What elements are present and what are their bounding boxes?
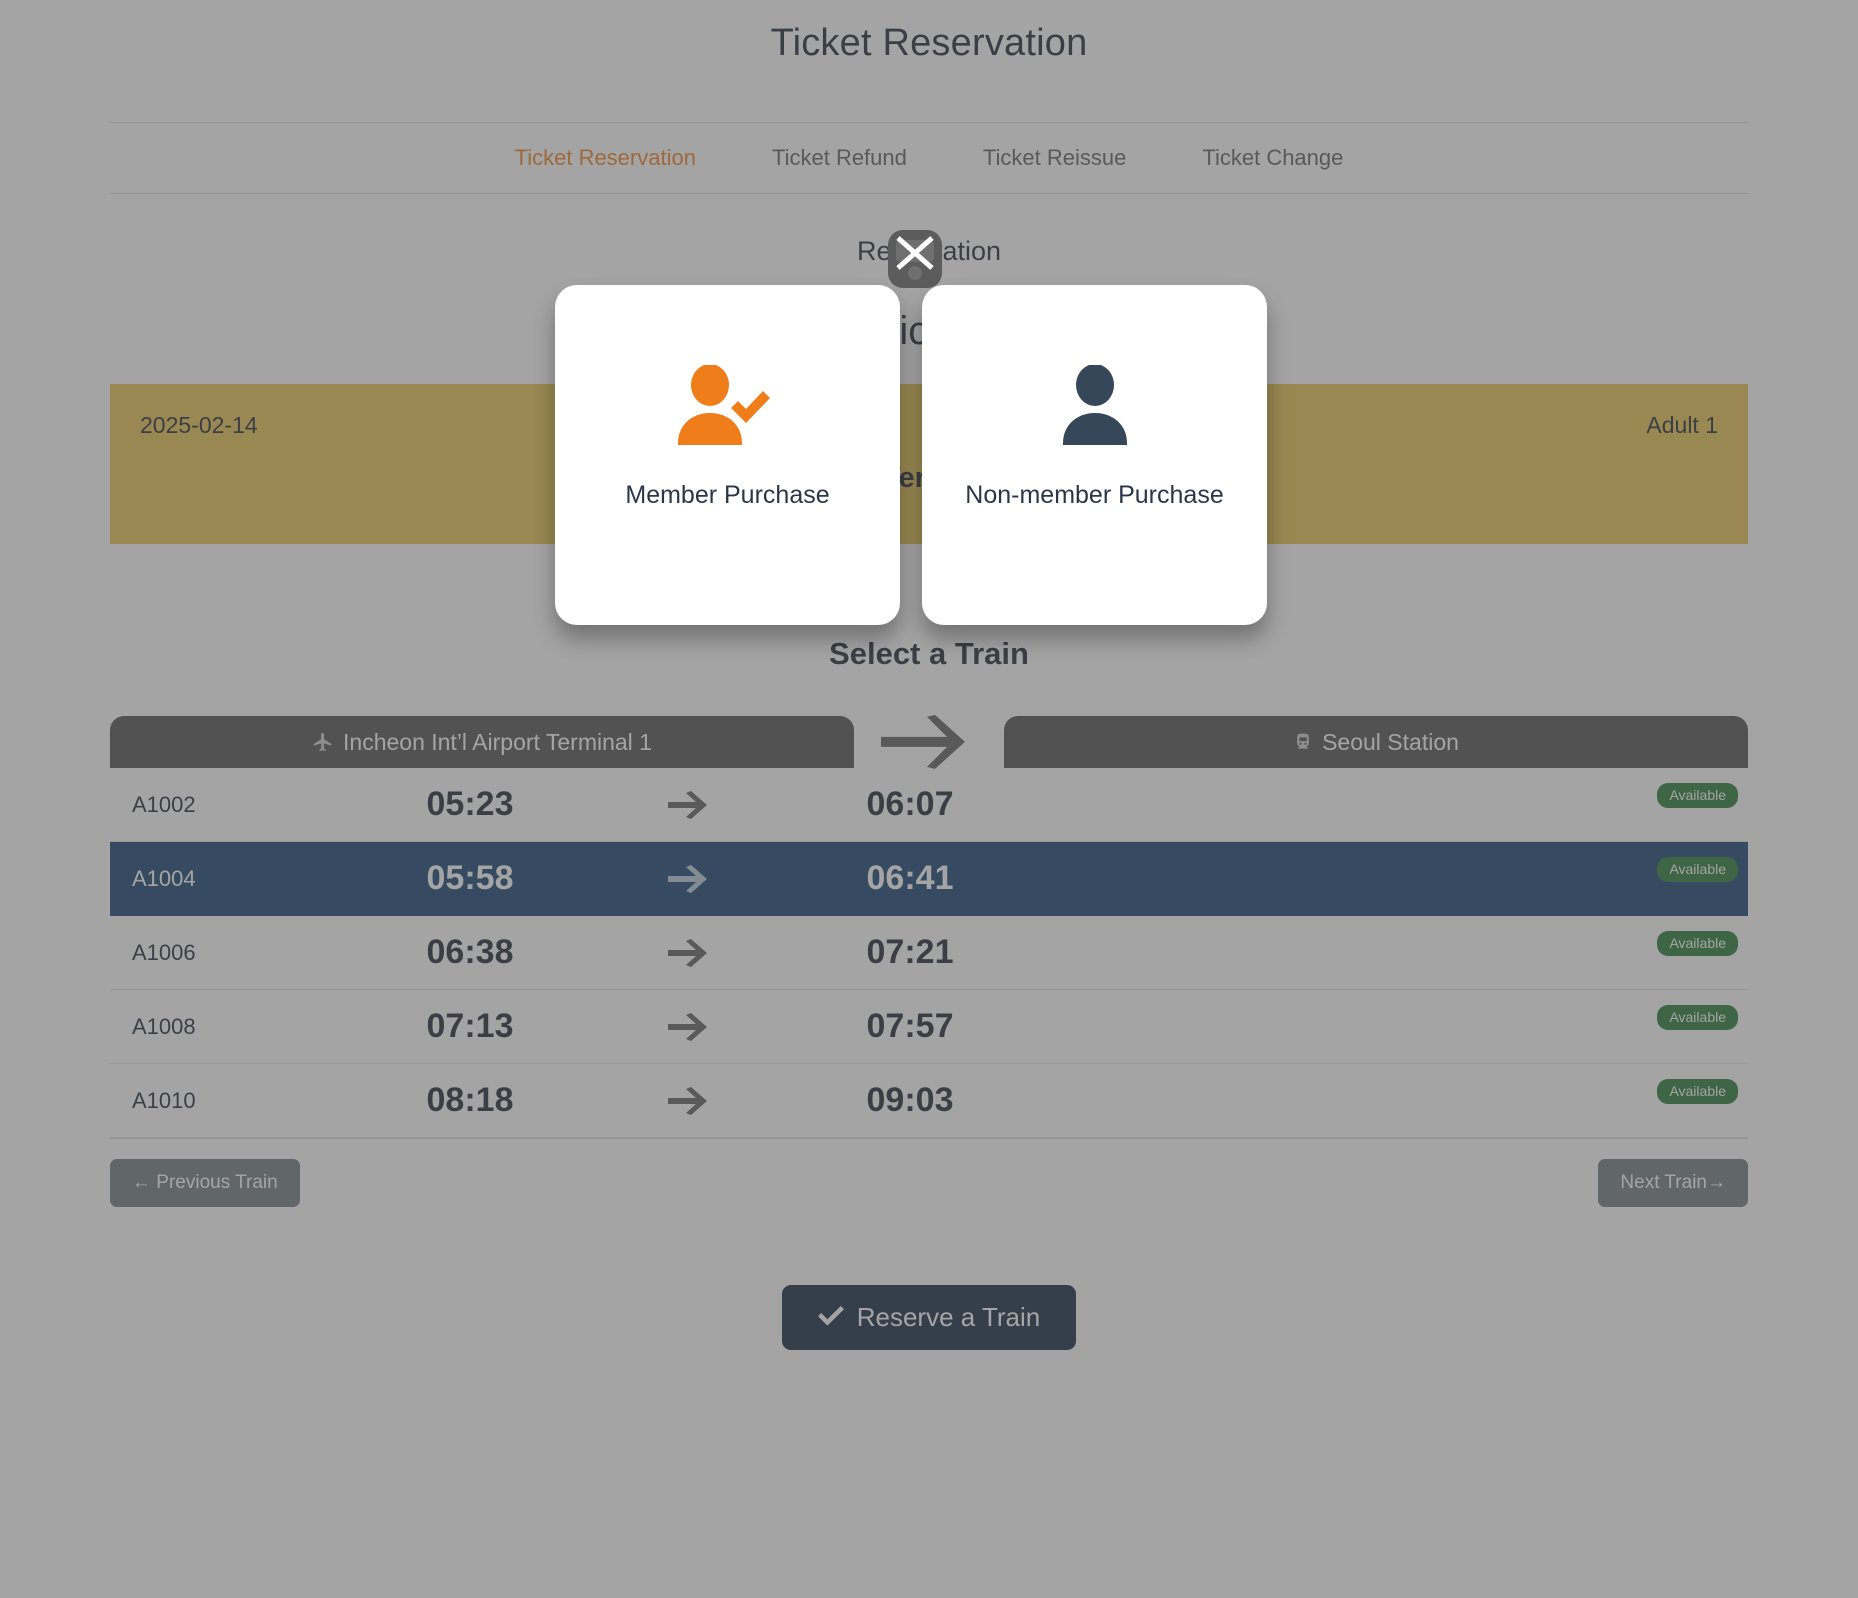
member-purchase-label: Member Purchase <box>625 481 830 509</box>
close-button[interactable] <box>884 228 946 290</box>
member-purchase-card[interactable]: Member Purchase <box>555 285 900 625</box>
member-user-check-icon <box>676 357 780 453</box>
non-member-purchase-card[interactable]: Non-member Purchase <box>922 285 1267 625</box>
non-member-purchase-label: Non-member Purchase <box>965 481 1224 509</box>
close-icon <box>888 230 942 288</box>
user-icon <box>1053 357 1137 453</box>
purchase-options: Member Purchase Non-member Purchase <box>555 285 1267 625</box>
